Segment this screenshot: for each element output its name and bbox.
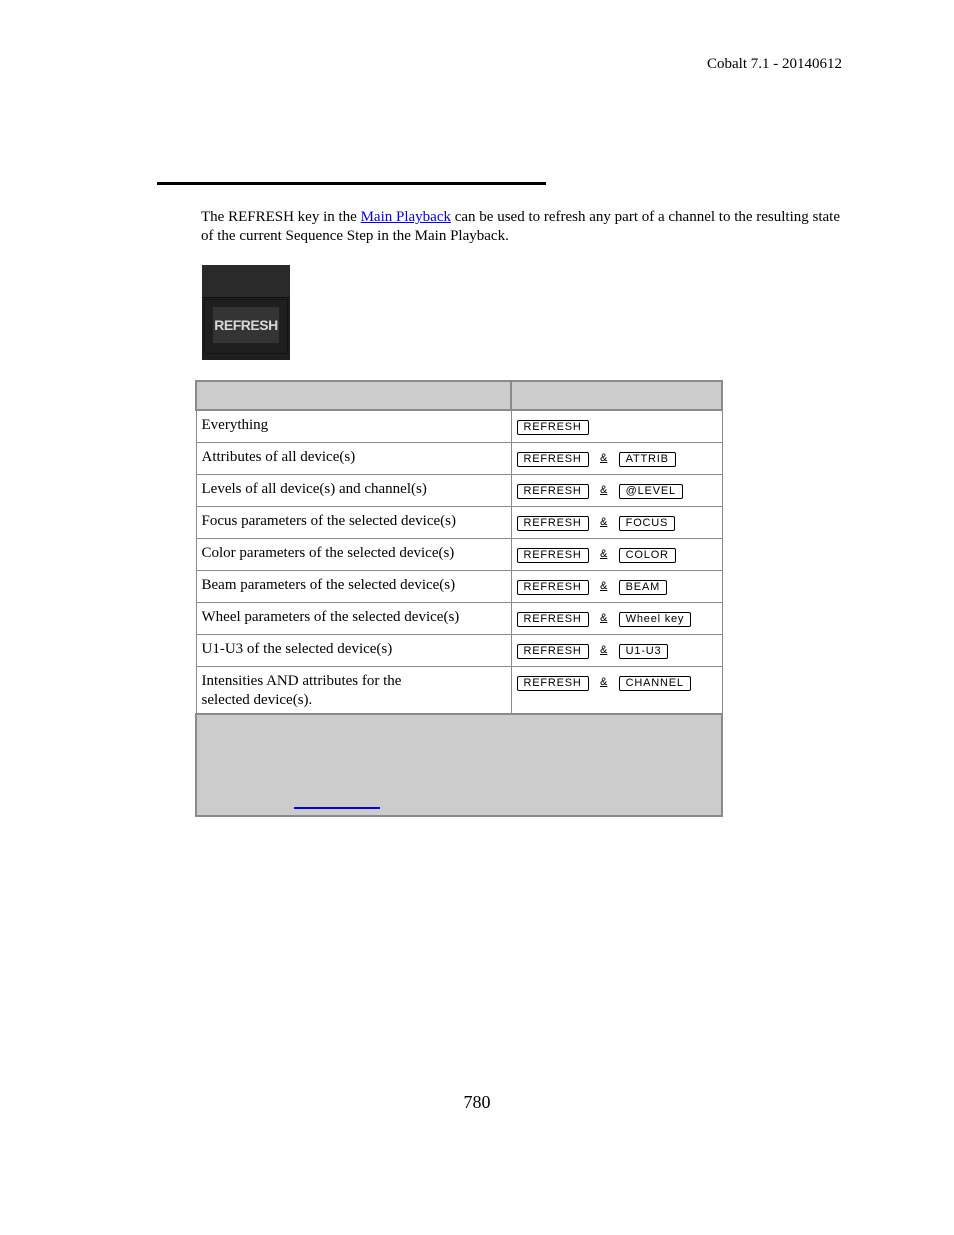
- row-action: U1-U3 of the selected device(s): [195, 634, 512, 667]
- refresh-key-glyph: REFRESH: [516, 516, 589, 531]
- refresh-key-glyph: REFRESH: [516, 676, 589, 691]
- intro-paragraph: The REFRESH key in the Main Playback can…: [201, 208, 841, 246]
- key-connector: &: [600, 548, 608, 560]
- row-keys: REFRESH & COLOR: [510, 538, 723, 571]
- page-number: 780: [463, 1092, 491, 1112]
- table-row: U1-U3 of the selected device(s) REFRESH &…: [195, 634, 723, 667]
- attrib-key-glyph: ATTRIB: [618, 452, 676, 467]
- row-keys: REFRESH & Wheel key: [510, 602, 723, 635]
- table-note-row: [195, 713, 723, 817]
- table-row: Everything REFRESH: [195, 409, 723, 443]
- refresh-key-glyph: REFRESH: [516, 580, 589, 595]
- row-action: Levels of all device(s) and channel(s): [195, 474, 512, 507]
- row-keys: REFRESH & FOCUS: [510, 506, 723, 539]
- row-keys: REFRESH & @LEVEL: [510, 474, 723, 507]
- row-action: Color parameters of the selected device(…: [195, 538, 512, 571]
- key-connector: &: [600, 580, 608, 592]
- row-keys: REFRESH & BEAM: [510, 570, 723, 603]
- table-row: Color parameters of the selected device(…: [195, 538, 723, 571]
- refresh-key-glyph: REFRESH: [516, 484, 589, 499]
- row-action: Beam parameters of the selected device(s…: [195, 570, 512, 603]
- row-keys: REFRESH & U1-U3: [510, 634, 723, 667]
- table-row: Attributes of all device(s) REFRESH & ATTR…: [195, 442, 723, 475]
- refresh-key-glyph: REFRESH: [516, 644, 589, 659]
- table-row: Beam parameters of the selected device(s…: [195, 570, 723, 603]
- table-row: Levels of all device(s) and channel(s) R…: [195, 474, 723, 507]
- row-action-line: selected device(s).: [201, 692, 313, 708]
- row-action: Focus parameters of the selected device(…: [195, 506, 512, 539]
- key-connector: &: [600, 676, 608, 688]
- table-row: Intensities AND attributes for the selec…: [195, 666, 723, 715]
- refresh-key-image: REFRESH: [202, 265, 290, 360]
- level-key-glyph: @LEVEL: [618, 484, 683, 499]
- table-note: [195, 713, 723, 817]
- key-connector: &: [600, 516, 608, 528]
- header-action: [195, 380, 512, 411]
- refresh-key-glyph: REFRESH: [516, 420, 589, 435]
- key-image-top: [202, 265, 290, 298]
- document-version: Cobalt 7.1 - 20140612: [707, 56, 842, 72]
- channel-key-glyph: CHANNEL: [618, 676, 691, 691]
- row-keys: REFRESH: [510, 409, 723, 443]
- table-row: Focus parameters of the selected device(…: [195, 506, 723, 539]
- note-link[interactable]: [294, 807, 380, 809]
- header-keys: [510, 380, 723, 411]
- refresh-key-glyph: REFRESH: [516, 452, 589, 467]
- color-key-glyph: COLOR: [618, 548, 676, 563]
- focus-key-glyph: FOCUS: [618, 516, 676, 531]
- key-connector: &: [600, 612, 608, 624]
- refresh-keys-table: Everything REFRESH Attributes of all dev…: [195, 380, 723, 817]
- u1-u3-key-glyph: U1-U3: [618, 644, 669, 659]
- row-action: Attributes of all device(s): [195, 442, 512, 475]
- main-playback-link[interactable]: Main Playback: [361, 209, 451, 225]
- key-image-label: REFRESH: [213, 307, 279, 343]
- beam-key-glyph: BEAM: [618, 580, 668, 595]
- table-row: Wheel parameters of the selected device(…: [195, 602, 723, 635]
- row-action-line: Intensities AND attributes for the: [201, 673, 402, 689]
- key-connector: &: [600, 644, 608, 656]
- key-connector: &: [600, 484, 608, 496]
- row-keys: REFRESH & ATTRIB: [510, 442, 723, 475]
- wheel-key-glyph: Wheel key: [618, 612, 692, 627]
- key-connector: &: [600, 452, 608, 464]
- row-keys: REFRESH & CHANNEL: [510, 666, 723, 715]
- section-divider: [157, 182, 546, 185]
- refresh-key-glyph: REFRESH: [516, 612, 589, 627]
- row-action: Wheel parameters of the selected device(…: [195, 602, 512, 635]
- row-action: Everything: [195, 409, 512, 443]
- intro-text-before: The REFRESH key in the: [201, 209, 361, 225]
- row-action: Intensities AND attributes for the selec…: [195, 666, 512, 715]
- table-header-row: [195, 380, 723, 411]
- refresh-key-glyph: REFRESH: [516, 548, 589, 563]
